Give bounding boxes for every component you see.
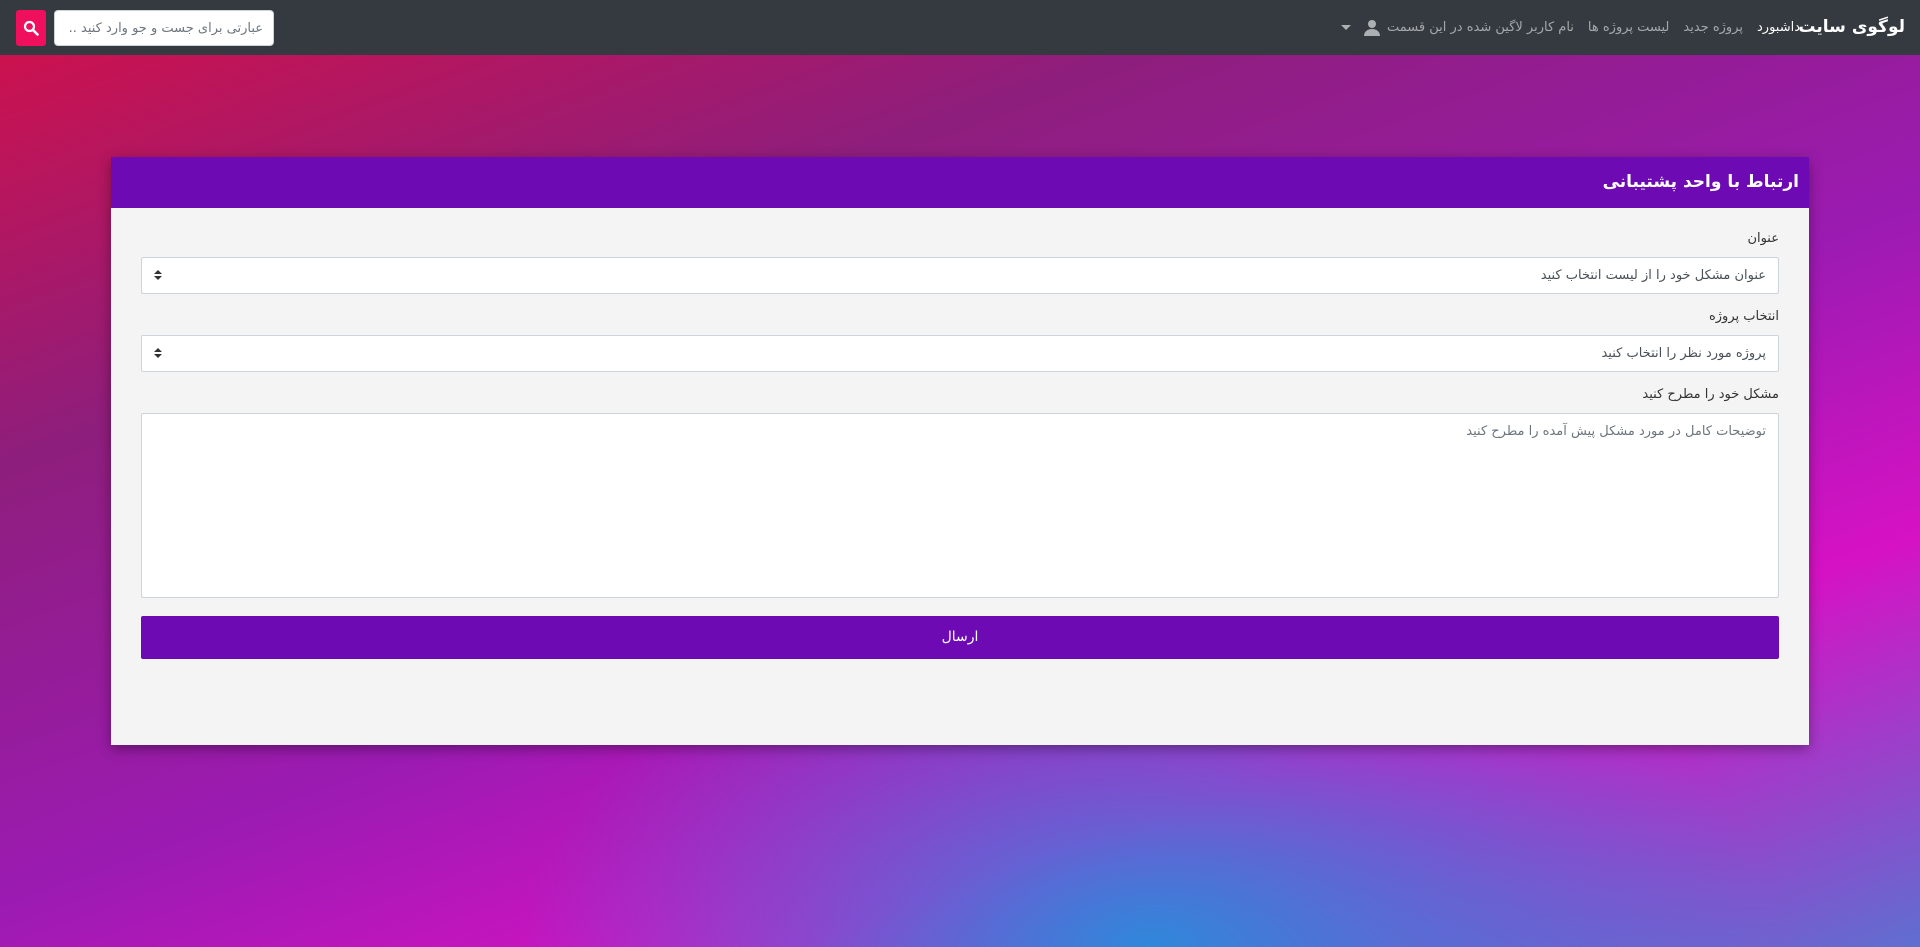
user-icon [1363, 19, 1381, 37]
problem-group: مشکل خود را مطرح کنید [141, 386, 1779, 602]
subject-label: عنوان [1747, 231, 1779, 246]
chevron-down-icon [1341, 25, 1352, 30]
user-name: نام کاربر لاگین شده در این قسمت [1387, 20, 1574, 35]
project-label: انتخاب پروژه [1708, 309, 1779, 324]
subject-selected-value: عنوان مشکل خود را از لیست انتخاب کنید [1540, 268, 1766, 283]
submit-button[interactable]: ارسال [141, 616, 1779, 659]
subject-group: عنوان عنوان مشکل خود را از لیست انتخاب ک… [141, 230, 1779, 294]
top-navbar: لوگوی سایت داشبورد پروژه جدید لیست پروژه… [0, 0, 1920, 55]
user-dropdown[interactable]: نام کاربر لاگین شده در این قسمت [1341, 19, 1574, 37]
problem-label: مشکل خود را مطرح کنید [1642, 387, 1779, 402]
select-arrows-icon [154, 270, 162, 282]
project-group: انتخاب پروژه پروژه مورد نظر را انتخاب کن… [141, 308, 1779, 372]
project-select[interactable]: پروژه مورد نظر را انتخاب کنید [141, 335, 1779, 372]
subject-select[interactable]: عنوان مشکل خود را از لیست انتخاب کنید [141, 257, 1779, 294]
support-card: ارتباط با واحد پشتیبانی عنوان عنوان مشکل… [111, 157, 1809, 745]
search-button[interactable] [16, 10, 46, 46]
site-logo[interactable]: لوگوی سایت [1798, 0, 1905, 55]
search-icon [23, 20, 39, 36]
card-title: ارتباط با واحد پشتیبانی [111, 157, 1809, 208]
select-arrows-icon [154, 348, 162, 360]
nav-link-new-project[interactable]: پروژه جدید [1683, 20, 1743, 35]
project-selected-value: پروژه مورد نظر را انتخاب کنید [1601, 346, 1766, 361]
search-input[interactable] [54, 10, 274, 46]
nav-link-dashboard[interactable]: داشبورد [1757, 20, 1800, 35]
nav-link-project-list[interactable]: لیست پروژه ها [1588, 20, 1670, 35]
support-form: عنوان عنوان مشکل خود را از لیست انتخاب ک… [111, 208, 1809, 659]
problem-textarea[interactable] [141, 413, 1779, 598]
nav-links: داشبورد پروژه جدید لیست پروژه ها نام کار… [1341, 0, 1800, 55]
